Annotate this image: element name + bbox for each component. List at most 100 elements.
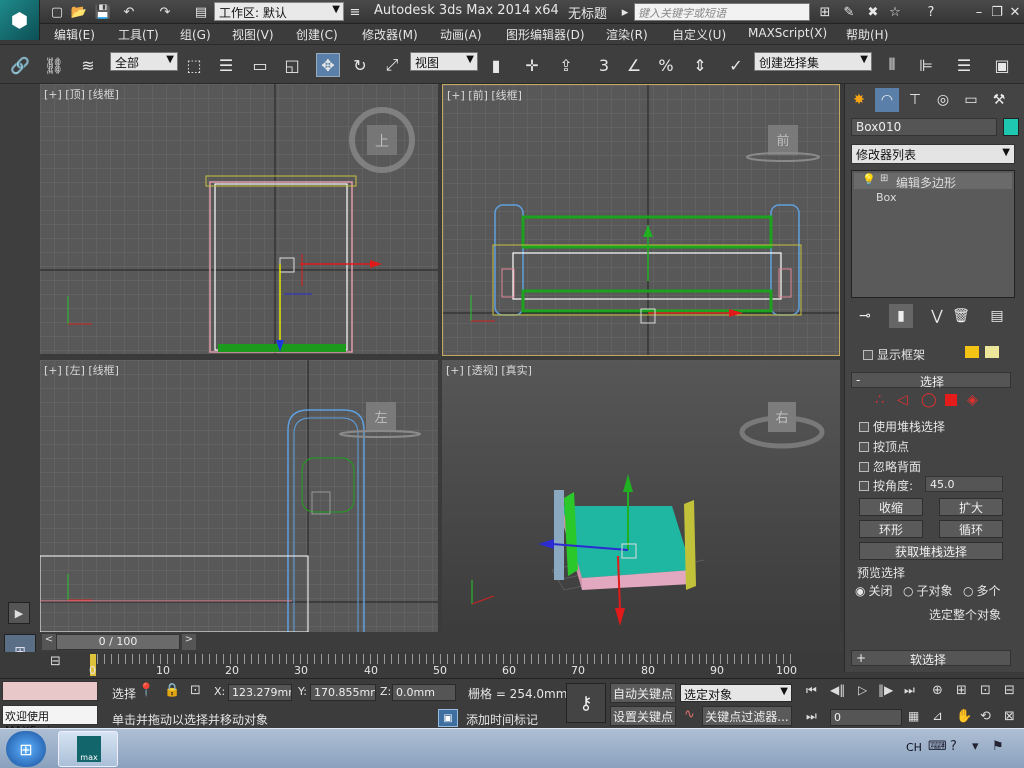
- ring-button[interactable]: 环形: [859, 520, 923, 538]
- loop-button[interactable]: 循环: [939, 520, 1003, 538]
- show-cage-checkbox[interactable]: 显示框架: [863, 346, 925, 363]
- window-crossing-icon[interactable]: ◱: [280, 53, 304, 77]
- tools-icon[interactable]: ✎: [840, 3, 858, 21]
- menu-create[interactable]: 创建(C): [296, 26, 338, 43]
- selection-rollout-header[interactable]: - 选择: [851, 372, 1011, 389]
- play-script-icon[interactable]: ▶: [8, 602, 30, 624]
- workspace-dropdown[interactable]: 工作区: 默认 ▼: [214, 2, 344, 21]
- goto-start-icon[interactable]: ⏮: [806, 683, 817, 698]
- expand-icon[interactable]: ⊞: [880, 173, 888, 184]
- layer-manager-icon[interactable]: ☰: [952, 53, 976, 77]
- menu-graph-editors[interactable]: 图形编辑器(D): [506, 26, 585, 43]
- vertex-mode-icon[interactable]: ∴: [875, 392, 884, 408]
- select-scale-icon[interactable]: ⤢: [380, 53, 404, 77]
- viewport-left-label[interactable]: [+] [左] [线框]: [44, 362, 119, 378]
- welcome-text[interactable]: 欢迎使用 MAXScri: [2, 705, 98, 737]
- zoom-all-icon[interactable]: ⊞: [956, 683, 967, 698]
- auto-key-button[interactable]: 自动关键点: [610, 683, 676, 703]
- rect-selection-icon[interactable]: ▭: [248, 53, 272, 77]
- edge-mode-icon[interactable]: ◁: [897, 392, 908, 408]
- menu-modifiers[interactable]: 修改器(M): [362, 26, 418, 43]
- redo-icon[interactable]: ↷: [156, 3, 174, 21]
- by-vertex-checkbox[interactable]: 按顶点: [859, 438, 909, 455]
- remove-modifier-icon[interactable]: 🗑: [949, 304, 973, 328]
- manipulate-icon[interactable]: ✛: [520, 53, 544, 77]
- viewport-persp-label[interactable]: [+] [透视] [真实]: [446, 362, 532, 378]
- close-icon[interactable]: ✕: [1006, 3, 1024, 21]
- project-folder-icon[interactable]: ▤: [192, 3, 210, 21]
- edit-named-selection-icon[interactable]: ✓: [724, 53, 748, 77]
- taskbar-3dsmax-button[interactable]: max: [58, 731, 118, 767]
- track-bar[interactable]: ⊟ 0 10 20 30 40 50 60 70 80 90 100: [0, 652, 844, 678]
- preview-off-radio[interactable]: ◉ 关闭: [855, 582, 893, 599]
- app-logo[interactable]: ⬢: [0, 0, 40, 40]
- render-setup-icon[interactable]: ▣: [990, 53, 1014, 77]
- isolate-icon[interactable]: 📍: [138, 683, 154, 698]
- element-mode-icon[interactable]: ◈: [967, 392, 978, 408]
- pivot-center-icon[interactable]: ▮: [484, 53, 508, 77]
- get-stack-selection-button[interactable]: 获取堆栈选择: [859, 542, 1003, 560]
- help-icon[interactable]: ?: [922, 3, 940, 21]
- menu-animation[interactable]: 动画(A): [440, 26, 482, 43]
- add-time-tag[interactable]: 添加时间标记: [466, 711, 538, 728]
- x-coord-field[interactable]: 123.279mm: [228, 684, 292, 701]
- angle-value-field[interactable]: 45.0: [925, 476, 1003, 492]
- object-name-field[interactable]: Box010: [851, 118, 997, 136]
- key-mode-toggle-icon[interactable]: ⏭: [806, 709, 817, 724]
- quick-access-menu-icon[interactable]: ≡: [346, 3, 364, 21]
- grow-button[interactable]: 扩大: [939, 498, 1003, 516]
- display-tab-icon[interactable]: ▭: [959, 88, 983, 112]
- modify-tab-icon[interactable]: ◠: [875, 88, 899, 112]
- viewport-top-label[interactable]: [+] [顶] [线框]: [44, 86, 119, 102]
- viewport-front[interactable]: 前 [+] [前] [线框]: [442, 84, 840, 356]
- percent-snap-icon[interactable]: %: [654, 53, 678, 77]
- z-coord-field[interactable]: 0.0mm: [392, 684, 456, 701]
- help-tray-icon[interactable]: ?: [950, 739, 957, 754]
- maximize-viewport-icon[interactable]: ⊠: [1004, 709, 1015, 724]
- viewport-top[interactable]: 上 [+] [顶] [线框]: [40, 84, 438, 354]
- menu-maxscript[interactable]: MAXScript(X): [748, 26, 827, 40]
- viewcube-persp-label[interactable]: 右: [775, 411, 788, 426]
- viewcube-front-label[interactable]: 前: [776, 133, 789, 149]
- menu-edit[interactable]: 编辑(E): [54, 26, 95, 43]
- object-color-swatch[interactable]: [1003, 118, 1019, 136]
- unlink-icon[interactable]: ⛓: [42, 53, 66, 77]
- new-file-icon[interactable]: ▢: [48, 3, 66, 21]
- next-key-icon[interactable]: ‖▶: [878, 683, 893, 697]
- menu-rendering[interactable]: 渲染(R): [606, 26, 648, 43]
- select-move-icon[interactable]: ✥: [316, 53, 340, 77]
- selection-filter-dropdown[interactable]: 全部 ▼: [110, 52, 178, 71]
- zoom-extents-icon[interactable]: ⊡: [980, 683, 991, 698]
- link-icon[interactable]: 🔗: [8, 53, 32, 77]
- stack-item-edit-poly[interactable]: 💡 ⊞ 编辑多边形: [854, 173, 1012, 190]
- maxscript-listener-mini[interactable]: [2, 681, 98, 701]
- time-tag-icon[interactable]: ▣: [438, 709, 458, 727]
- snap-toggle-icon[interactable]: 3: [592, 53, 616, 77]
- angle-snap-icon[interactable]: ∠: [622, 53, 646, 77]
- favorite-icon[interactable]: ☆: [886, 3, 904, 21]
- keyboard-icon[interactable]: ⌨: [928, 739, 947, 754]
- motion-tab-icon[interactable]: ◎: [931, 88, 955, 112]
- bind-space-warp-icon[interactable]: ≋: [76, 53, 100, 77]
- orbit-icon[interactable]: ⟲: [980, 709, 991, 724]
- menu-help[interactable]: 帮助(H): [846, 26, 888, 43]
- absolute-mode-icon[interactable]: ⊡: [190, 683, 201, 698]
- key-icon[interactable]: ⚷: [566, 683, 606, 723]
- stack-item-box[interactable]: Box: [876, 191, 896, 204]
- lightbulb-icon[interactable]: 💡: [862, 173, 876, 186]
- y-coord-field[interactable]: 170.855mm: [310, 684, 376, 701]
- prev-frame-icon[interactable]: <: [42, 634, 56, 650]
- ref-coord-dropdown[interactable]: 视图 ▼: [410, 52, 478, 71]
- configure-sets-icon[interactable]: ▤: [985, 304, 1009, 328]
- show-end-result-icon[interactable]: ▮: [889, 304, 913, 328]
- menu-views[interactable]: 视图(V): [232, 26, 274, 43]
- open-file-icon[interactable]: 📂: [70, 3, 88, 21]
- undo-icon[interactable]: ↶: [120, 3, 138, 21]
- menu-tools[interactable]: 工具(T): [118, 26, 159, 43]
- viewport-left[interactable]: 左 [+] [左] [线框]: [40, 360, 438, 632]
- windows-start-icon[interactable]: ⊞: [6, 731, 46, 767]
- select-object-icon[interactable]: ⬚: [182, 53, 206, 77]
- spinner-snap-icon[interactable]: ⇕: [688, 53, 712, 77]
- time-slider[interactable]: 0 / 100: [56, 634, 180, 650]
- prev-key-icon[interactable]: ◀‖: [830, 683, 845, 697]
